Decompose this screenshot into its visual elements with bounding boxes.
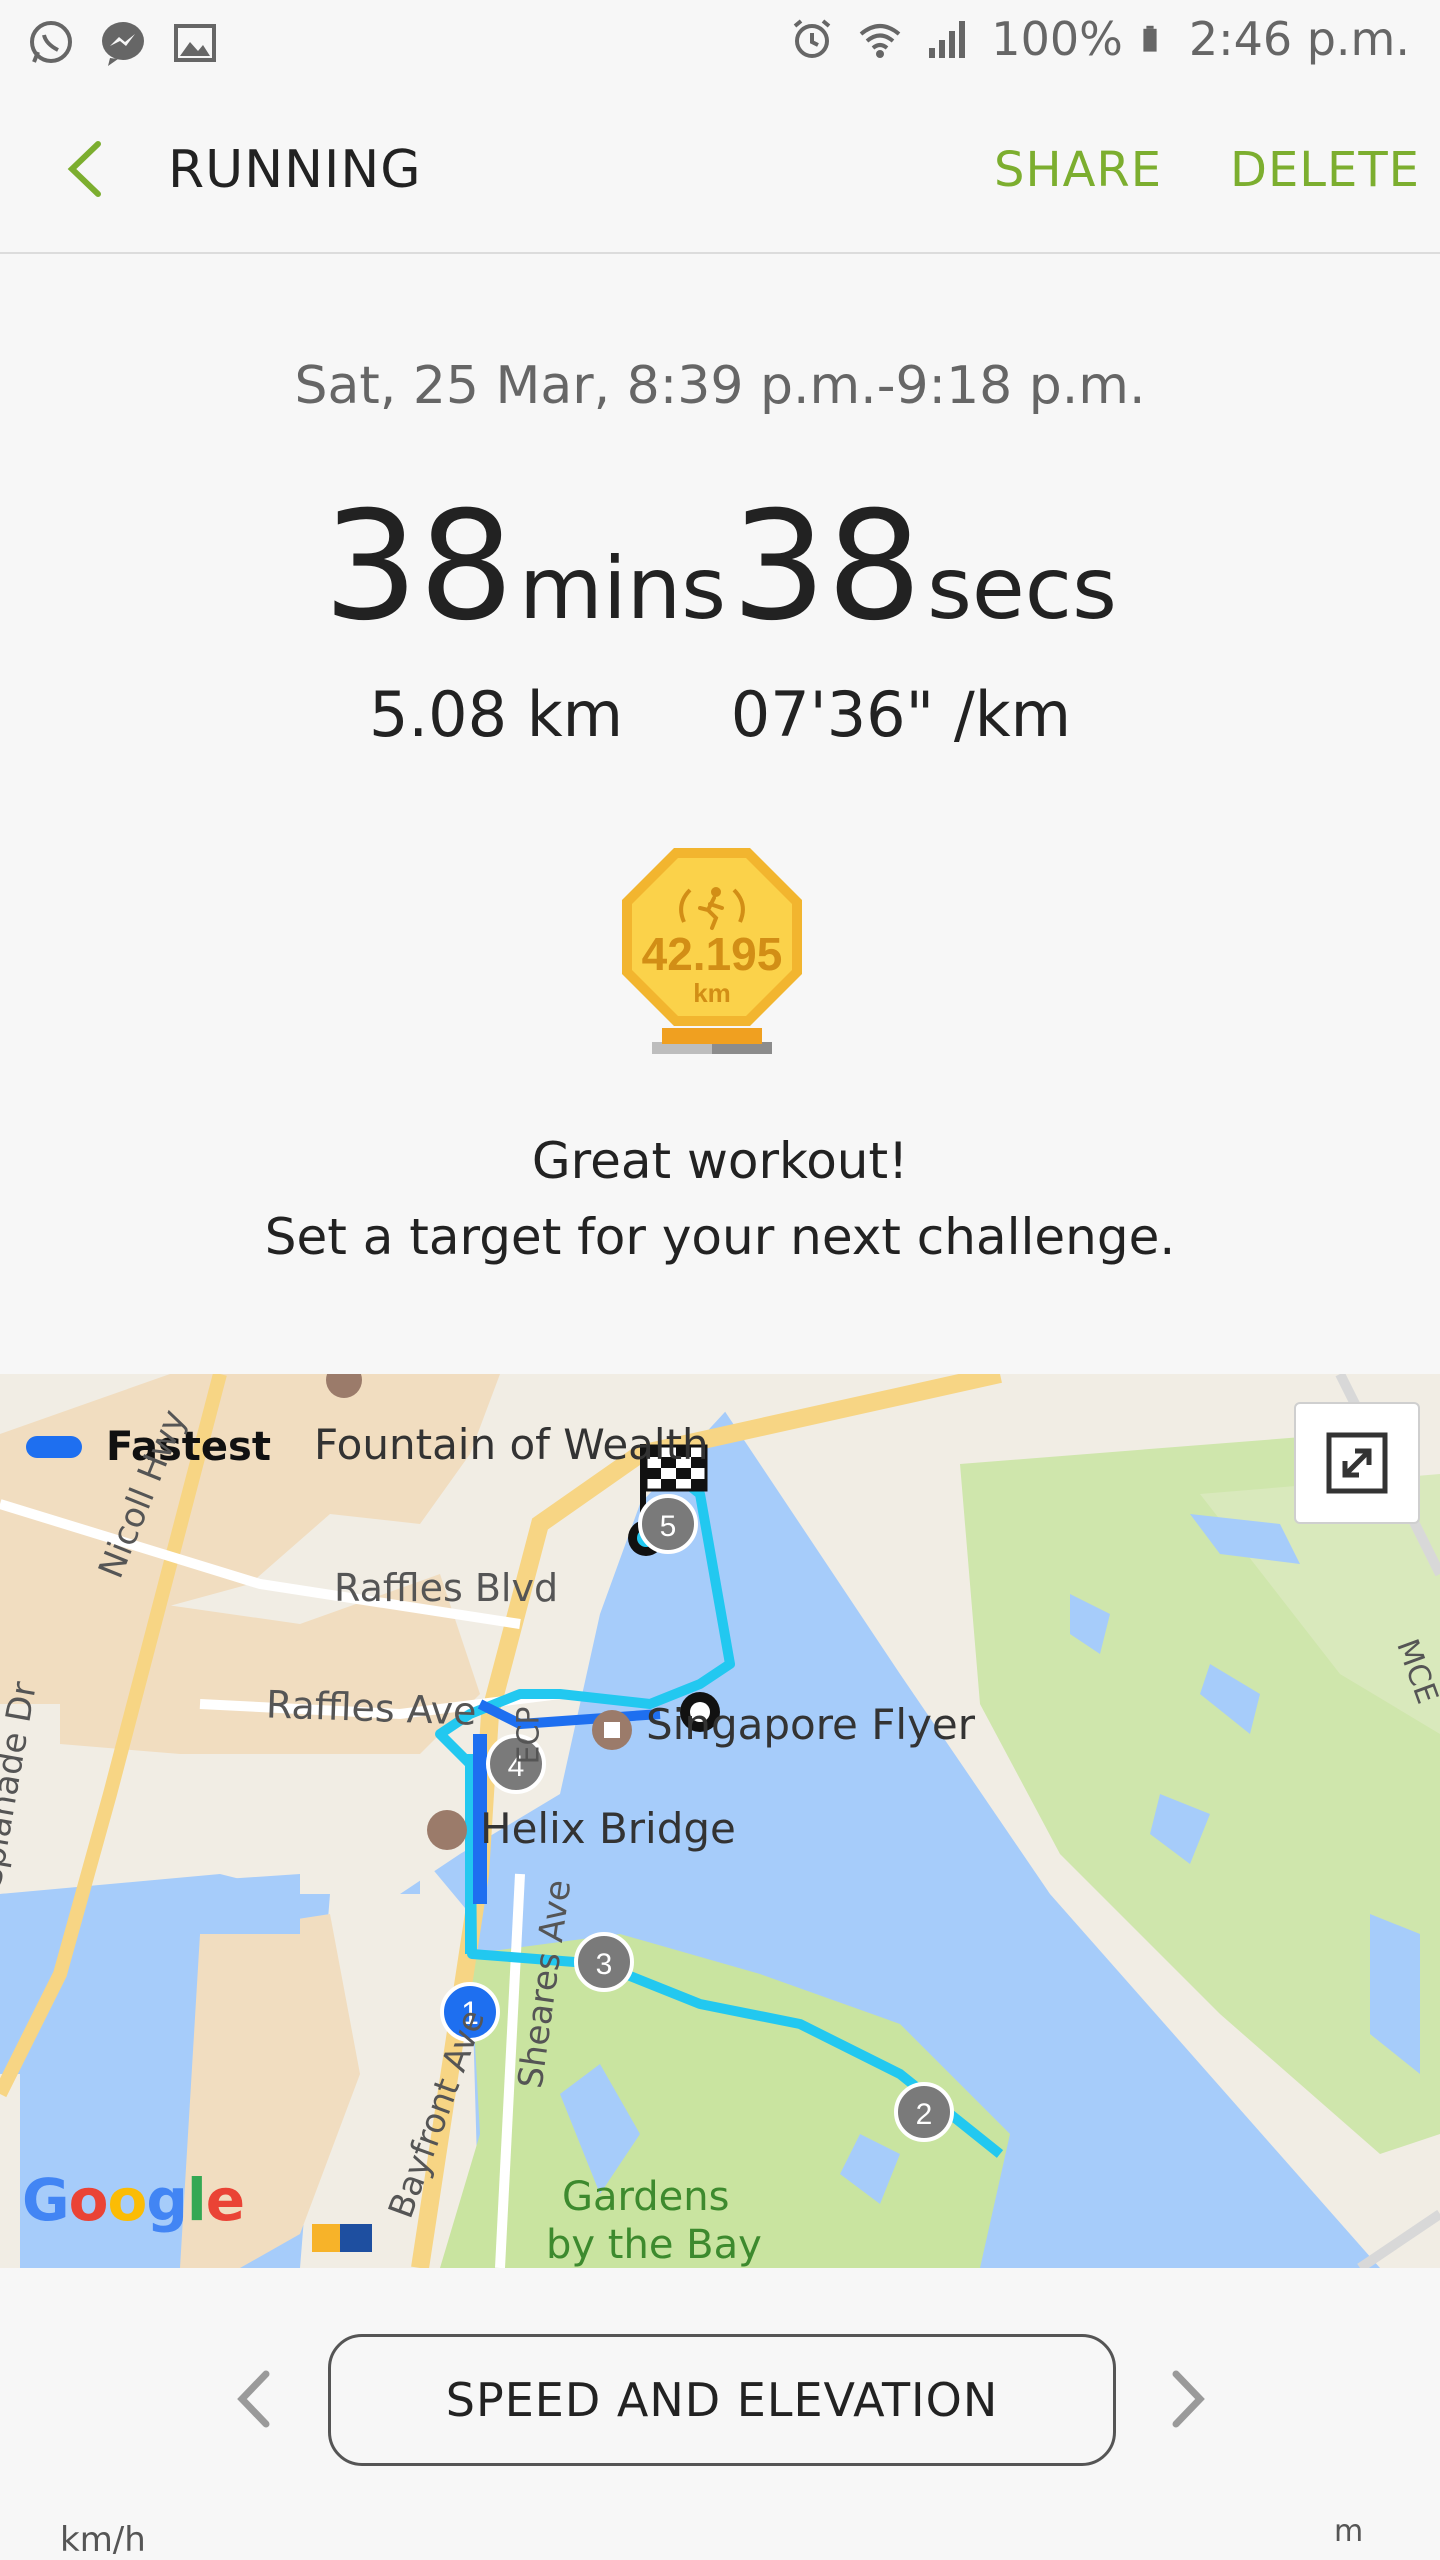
medal-unit: km <box>693 978 731 1008</box>
system-status: 100% 2:46 p.m. <box>787 12 1410 66</box>
congrats-message: Great workout! <box>531 1132 909 1190</box>
target-prompt: Set a target for your next challenge. <box>264 1208 1176 1266</box>
km-marker-3[interactable]: 3 <box>574 1932 634 1992</box>
alarm-icon <box>794 19 831 58</box>
chevron-left-icon[interactable] <box>226 2364 286 2434</box>
workout-stats: 5.08 km 07'36" /km <box>0 678 1440 751</box>
label-gardens: Gardens <box>562 2174 730 2220</box>
label-fountain-of-wealth: Fountain of Wealth <box>314 1420 709 1469</box>
google-logo: Google <box>22 2166 245 2234</box>
notification-icons <box>26 18 220 68</box>
distance-value: 5.08 km <box>368 678 624 751</box>
legend-swatch <box>26 1436 82 1458</box>
elevation-axis-label: m <box>1334 2514 1364 2549</box>
battery-percent: 100% <box>991 12 1123 66</box>
label-singapore-flyer: Singapore Flyer <box>646 1700 976 1749</box>
delete-button[interactable]: DELETE <box>1230 142 1420 198</box>
route-map[interactable]: 1 2 3 4 5 Fastest Fountain of Wealth Raf… <box>0 1374 1440 2268</box>
clock: 2:46 p.m. <box>1188 12 1410 66</box>
battery-icon <box>1143 25 1157 52</box>
svg-text:5: 5 <box>660 1510 677 1543</box>
svg-text:3: 3 <box>596 1948 613 1981</box>
map-expand-button[interactable] <box>1294 1402 1420 1524</box>
label-raffles-ave: Raffles Ave <box>265 1682 478 1734</box>
speed-and-elevation-button[interactable]: SPEED AND ELEVATION <box>328 2334 1116 2466</box>
distance-medal-badge[interactable]: 42.195 km <box>612 842 812 1072</box>
km-marker-2[interactable]: 2 <box>894 2082 954 2142</box>
duration-minutes: 38 <box>323 480 514 654</box>
share-button[interactable]: SHARE <box>994 142 1162 198</box>
label-by-the-bay: by the Bay <box>546 2222 762 2268</box>
duration-seconds-unit: secs <box>927 539 1117 639</box>
wifi-icon <box>860 24 901 58</box>
messenger-icon <box>102 22 144 66</box>
label-ecp: ECP <box>511 1706 547 1765</box>
chevron-right-icon[interactable] <box>1156 2364 1216 2434</box>
workout-datetime: Sat, 25 Mar, 8:39 p.m.-9:18 p.m. <box>294 356 1146 416</box>
signal-icon <box>929 21 966 58</box>
label-helix-bridge: Helix Bridge <box>480 1804 736 1853</box>
duration-minutes-unit: mins <box>519 539 727 639</box>
svg-text:2: 2 <box>916 2098 933 2131</box>
pace-value: 07'36" /km <box>730 678 1072 751</box>
workout-duration: 38 mins 38 secs <box>0 480 1440 654</box>
page-title: RUNNING <box>168 140 422 200</box>
whatsapp-icon <box>30 21 72 63</box>
duration-seconds: 38 <box>731 480 922 654</box>
expand-icon <box>1326 1432 1388 1494</box>
km-marker-5[interactable]: 5 <box>638 1494 698 1554</box>
gallery-icon <box>174 24 216 62</box>
status-bar: 100% 2:46 p.m. <box>0 0 1440 86</box>
app-bar: RUNNING SHARE DELETE <box>0 86 1440 254</box>
speed-axis-label: km/h <box>60 2520 146 2560</box>
chevron-left-icon[interactable] <box>56 134 116 204</box>
map-attribution-badge <box>312 2224 372 2252</box>
medal-value: 42.195 <box>642 928 783 980</box>
label-raffles-blvd: Raffles Blvd <box>334 1566 559 1610</box>
